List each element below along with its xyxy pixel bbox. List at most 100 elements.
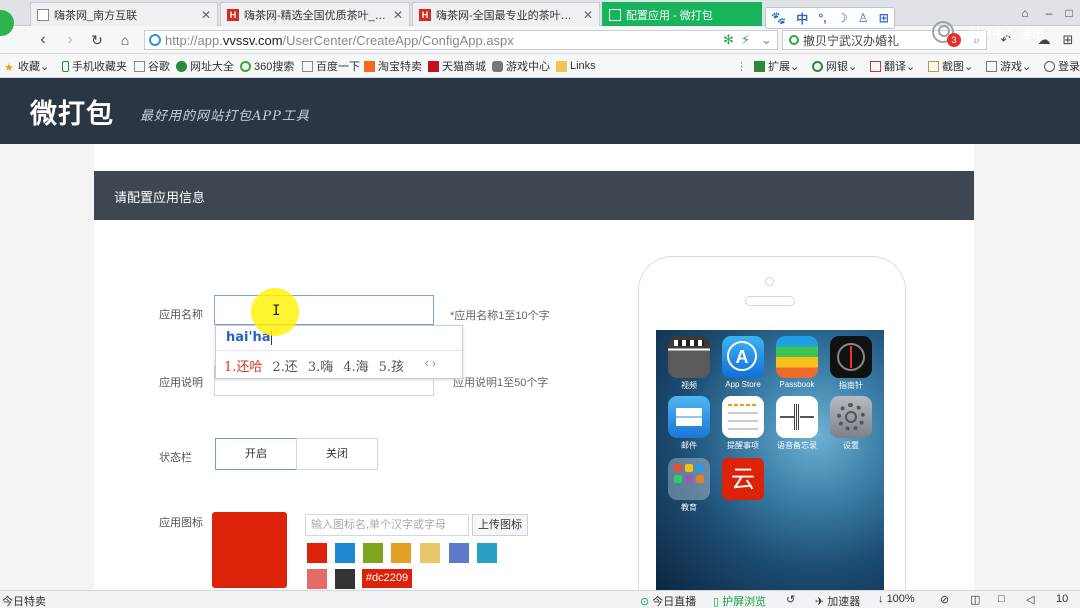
extensions-icon [754,60,765,72]
toolbar-games[interactable]: 游戏 ⌄ [986,58,1031,74]
app-label: 指南针 [839,381,863,390]
logout-link[interactable]: 退出 [1020,25,1044,42]
app-icon-label: 应用图标 [159,517,203,529]
color-swatch-yellow[interactable] [420,543,440,563]
lightning-icon[interactable]: ⚡ [741,32,750,48]
toolbar-translate[interactable]: 翻译 ⌄ [870,58,915,74]
close-icon[interactable]: ✕ [583,8,593,22]
shield-icon [812,60,823,72]
toolbar-banking[interactable]: 网银 ⌄ [812,58,857,74]
ime-page-nav[interactable]: ‹ › [425,356,436,370]
tab-3[interactable]: H 嗨茶网-全国最专业的茶叶、茶具、 ✕ [412,2,600,26]
status-speaker-icon[interactable]: ◁ [1026,593,1034,606]
grid-icon[interactable]: ⊞ [1058,30,1078,50]
refresh-icon[interactable]: ↻ [87,30,107,50]
color-hex-readout[interactable]: #dc2209 [362,569,412,588]
status-accelerator[interactable]: ✈ 加速器 [815,593,860,608]
status-zoom[interactable]: ↓ 100% [878,593,915,605]
toolbar-screenshot[interactable]: 截图 ⌄ [928,58,973,74]
phone-icon: ▯ [713,596,720,608]
app-settings: 设置 [827,396,875,451]
statusbar-on-button[interactable]: 开启 [215,438,297,470]
bookmark-tmall[interactable]: 天猫商城 [428,58,486,74]
notification-badge[interactable]: 3 [947,33,961,47]
ime-candidate[interactable]: 2.还 [272,356,297,375]
url-prefix: http://app. [165,32,223,48]
app-name-hint: *应用名称1至10个字 [450,310,550,322]
site-logo-icon: H [419,8,431,21]
color-swatch-red[interactable] [307,543,327,563]
ime-candidate[interactable]: 1.还哈 [224,356,262,375]
app-label: Passbook [779,380,815,389]
back-icon[interactable]: ‹ [33,30,53,50]
chevron-down-icon[interactable]: ⌄ [761,32,772,48]
toolbar-login[interactable]: 登录 [1044,58,1080,74]
ime-user-icon[interactable]: ♙ [858,11,869,25]
forward-icon[interactable]: › [60,30,80,50]
skin-icon[interactable]: ⌂ [1016,4,1034,22]
ime-punct-icon[interactable]: °, [818,11,826,25]
site-logo[interactable]: 微打包 [30,92,114,131]
status-live[interactable]: ⊙ 今日直播 [640,593,696,608]
color-swatch-indigo[interactable] [449,543,469,563]
statusbar-off-button[interactable]: 关闭 [296,438,378,470]
scissors-icon [928,60,939,72]
address-bar[interactable]: http://app. vvssv.com/UserCenter/CreateAp… [144,30,778,50]
cloud-app-icon: 云 [722,458,764,500]
app-store-icon: A [722,336,764,378]
ime-mode-chinese[interactable]: 中 [796,10,808,27]
ime-candidate[interactable]: 4.海 [343,356,368,375]
ime-grid-icon[interactable]: ⊞ [879,11,889,25]
bookmark-mobile[interactable]: 手机收藏夹 [62,58,127,74]
color-swatch-blue[interactable] [335,543,355,563]
bookmark-taobao[interactable]: 淘宝特卖 [364,58,422,74]
bookmark-google[interactable]: 谷歌 [134,58,170,74]
app-name-input[interactable] [214,295,434,325]
status-eye-care[interactable]: ▯ 护屏浏览 [713,593,766,608]
status-window-icon[interactable]: ◫ [970,593,980,606]
ime-moon-icon[interactable]: ☽ [837,11,848,25]
ime-candidate[interactable]: 5.孩 [379,356,404,375]
gear-icon[interactable]: ✻ [723,32,734,48]
toolbar-extensions[interactable]: 扩展 ⌄ [754,58,799,74]
ime-toolbar[interactable]: 🐾 中 °, ☽ ♙ ⊞ [765,7,895,29]
color-swatch-cyan[interactable] [477,543,497,563]
color-swatch-pink[interactable] [307,569,327,589]
restore-icon[interactable]: □ [1060,4,1078,22]
tab-1[interactable]: 嗨茶网_南方互联 ✕ [30,2,218,26]
color-swatch-green[interactable] [363,543,383,563]
bookmark-360[interactable]: 360搜索 [240,58,294,74]
color-swatch-black[interactable] [335,569,355,589]
search-engine-icon [789,35,799,45]
tab-2[interactable]: H 嗨茶网-精选全国优质茶叶_茶具_茶 ✕ [220,2,410,26]
search-suggestion: 撤贝宁武汉办婚礼 [803,33,900,48]
globe-icon [149,34,161,46]
ime-paw-icon[interactable]: 🐾 [771,11,786,25]
home-icon[interactable]: ⌂ [115,30,135,50]
bookmark-games[interactable]: 游戏中心 [492,58,550,74]
color-swatch-orange[interactable] [391,543,411,563]
bookmark-baidu[interactable]: 百度一下 [302,58,360,74]
close-icon[interactable]: ✕ [393,8,403,22]
minimize-icon[interactable]: – [1040,4,1058,22]
upload-icon-button[interactable]: 上传图标 [472,514,528,536]
more-icon[interactable]: ⋮ [736,58,747,74]
ime-candidate-window[interactable]: hai'ha 1.还哈 2.还 3.嗨 4.海 5.孩 ‹ › [215,325,463,379]
document-icon [37,8,49,21]
bookmark-favorites[interactable]: ★ 收藏 ⌄ [4,58,49,74]
status-bookmark-icon[interactable]: ⊘ [940,593,949,606]
status-tile-icon[interactable]: □ [998,593,1005,605]
ime-candidates: 1.还哈 2.还 3.嗨 4.海 5.孩 [224,356,414,375]
divider [216,350,462,351]
user-center-link[interactable]: 用户中心 [968,25,1016,42]
icon-text-input[interactable]: 输入图标名,单个汉字或字母 [305,514,469,536]
status-history-icon[interactable]: ↺ [786,593,795,606]
app-passbook: Passbook [773,336,821,389]
bookmark-sites[interactable]: 网址大全 [176,58,234,74]
tab-label: 嗨茶网-精选全国优质茶叶_茶具_茶 [244,9,389,22]
ime-candidate[interactable]: 3.嗨 [308,356,333,375]
close-icon[interactable]: ✕ [201,8,211,22]
bookmark-links[interactable]: Links [556,58,596,74]
tab-4-active[interactable]: 配置应用 - 微打包 [602,2,762,26]
status-today-deals[interactable]: 今日特卖 [2,593,46,608]
